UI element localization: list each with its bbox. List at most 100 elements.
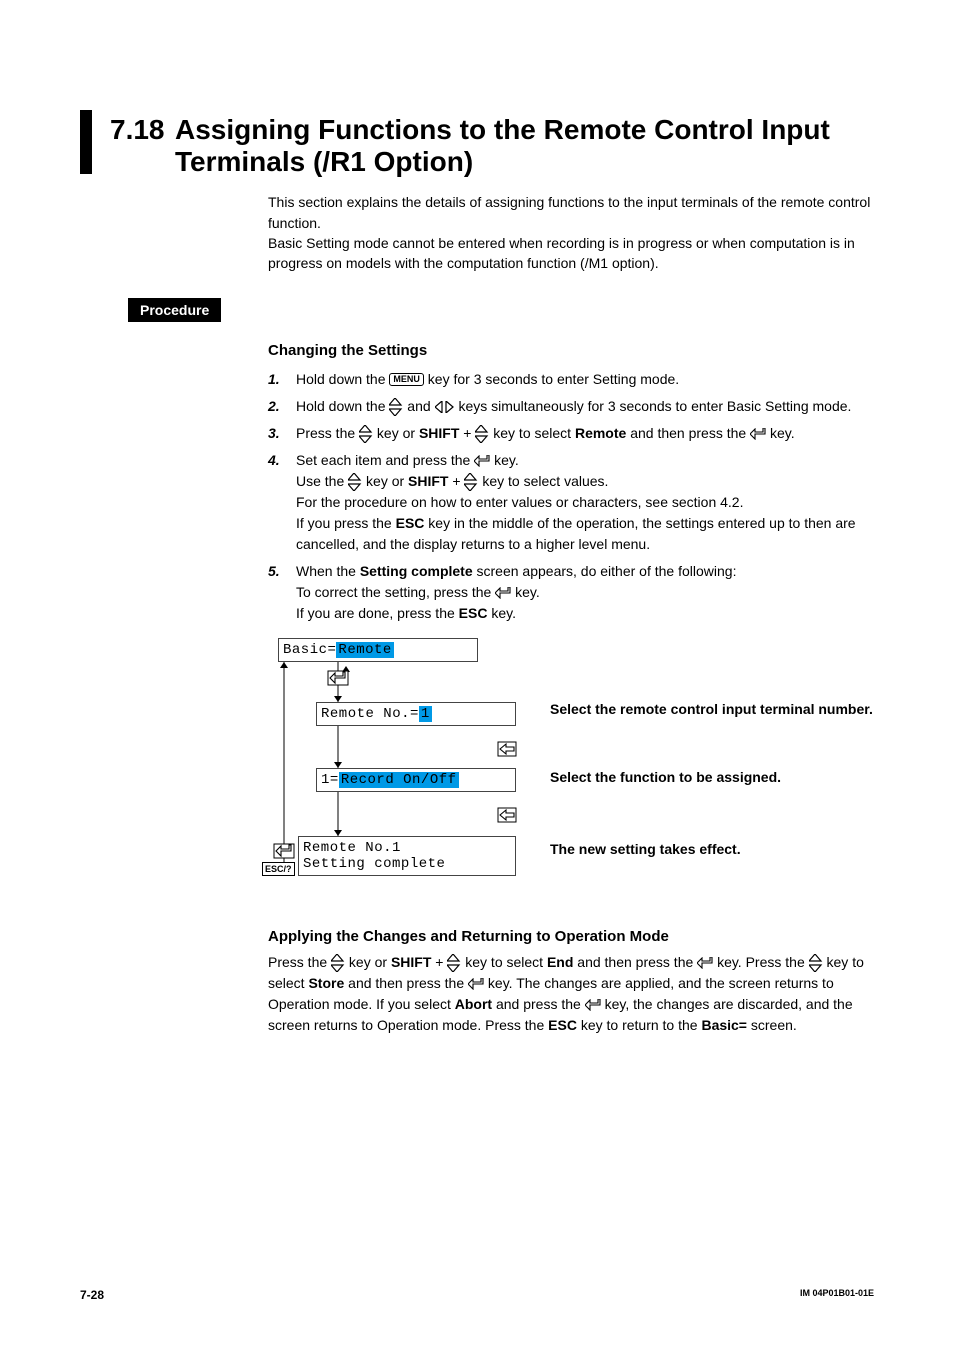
up-down-key-icon <box>447 954 461 972</box>
text: key. Press the <box>717 954 809 970</box>
step-text: and <box>407 398 434 414</box>
enter-key-icon <box>495 587 511 599</box>
step-number: 1. <box>268 369 296 390</box>
step-text: key. <box>494 452 519 468</box>
enter-key-icon <box>474 455 490 467</box>
step-number: 5. <box>268 561 296 624</box>
lcd-text: 1= <box>321 772 339 788</box>
section-accent-bar <box>80 110 92 174</box>
esc-key-label: ESC <box>396 515 425 531</box>
text: + <box>435 954 447 970</box>
up-down-key-icon <box>809 954 823 972</box>
step-1: 1. Hold down the MENU key for 3 seconds … <box>268 369 874 390</box>
lcd-highlight: Record On/Off <box>339 772 459 788</box>
diagram-label-function: Select the function to be assigned. <box>550 768 781 788</box>
intro-paragraph: This section explains the details of ass… <box>268 192 874 273</box>
esc-key-label: ESC <box>548 1017 577 1033</box>
changing-settings-heading: Changing the Settings <box>268 342 874 359</box>
remote-label: Remote <box>575 425 626 441</box>
setting-complete-label: Setting complete <box>360 563 473 579</box>
step-text: key for 3 seconds to enter Setting mode. <box>428 371 679 387</box>
step-text: + <box>463 425 475 441</box>
step-text: key. <box>770 425 795 441</box>
lcd-highlight: Remote <box>336 642 393 658</box>
diagram-label-effect: The new setting takes effect. <box>550 840 741 860</box>
step-text: keys simultaneously for 3 seconds to ent… <box>458 398 851 414</box>
section-title: Assigning Functions to the Remote Contro… <box>175 114 874 178</box>
step-text: When the <box>296 563 360 579</box>
step-text: screen appears, do either of the followi… <box>477 563 737 579</box>
step-4: 4. Set each item and press the key. Use … <box>268 450 874 555</box>
text: screen. <box>751 1017 797 1033</box>
store-label: Store <box>308 975 344 991</box>
shift-key-label: SHIFT <box>391 954 431 970</box>
lcd-text: Basic= <box>283 642 336 658</box>
page-number: 7-28 <box>80 1288 104 1302</box>
procedure-heading: Procedure <box>128 298 221 322</box>
enter-key-icon <box>697 957 713 969</box>
up-down-key-icon <box>389 398 403 416</box>
text: and then press the <box>348 975 468 991</box>
step-text: key. <box>491 605 516 621</box>
enter-key-icon <box>585 999 601 1011</box>
step-number: 3. <box>268 423 296 444</box>
step-text: If you are done, press the <box>296 605 459 621</box>
enter-key-icon <box>468 978 484 990</box>
esc-key-label: ESC <box>459 605 488 621</box>
text: and press the <box>496 996 585 1012</box>
step-text: key or <box>366 473 408 489</box>
shift-key-label: SHIFT <box>408 473 448 489</box>
lcd-text: Remote No.= <box>321 706 419 722</box>
up-down-key-icon <box>348 473 362 491</box>
step-text: and then press the <box>630 425 750 441</box>
applying-heading: Applying the Changes and Returning to Op… <box>268 926 874 949</box>
step-text: Set each item and press the <box>296 452 474 468</box>
section-number: 7.18 <box>110 114 175 146</box>
step-text: key or <box>377 425 419 441</box>
step-text: key to select <box>493 425 575 441</box>
lcd-text: Remote No.1 <box>303 840 401 856</box>
end-label: End <box>547 954 573 970</box>
menu-key-icon: MENU <box>389 373 424 386</box>
left-right-key-icon <box>435 401 455 413</box>
step-number: 2. <box>268 396 296 417</box>
applying-paragraph: Press the key or SHIFT + key to select E… <box>268 952 874 1036</box>
up-down-key-icon <box>331 954 345 972</box>
text: key or <box>349 954 391 970</box>
shift-key-label: SHIFT <box>419 425 459 441</box>
enter-key-icon <box>750 428 766 440</box>
up-down-key-icon <box>359 425 373 443</box>
text: and then press the <box>577 954 697 970</box>
esc-key-icon: ESC/? <box>262 862 295 876</box>
step-text: For the procedure on how to enter values… <box>296 494 743 510</box>
step-text: key to select values. <box>482 473 608 489</box>
up-down-key-icon <box>464 473 478 491</box>
text: key to return to the <box>581 1017 702 1033</box>
step-text: key. <box>515 584 540 600</box>
step-2: 2. Hold down the and keys simultaneously… <box>268 396 874 417</box>
step-number: 4. <box>268 450 296 555</box>
step-text: Hold down the <box>296 398 389 414</box>
step-5: 5. When the Setting complete screen appe… <box>268 561 874 624</box>
document-id: IM 04P01B01-01E <box>800 1288 874 1302</box>
text: Press the <box>268 954 331 970</box>
step-text: + <box>452 473 464 489</box>
step-text: If you press the <box>296 515 396 531</box>
menu-flow-diagram: Basic=Remote Remote No.=1 1=Record On/Of… <box>268 638 538 898</box>
step-3: 3. Press the key or SHIFT + key to selec… <box>268 423 874 444</box>
step-text: Press the <box>296 425 359 441</box>
text: key to select <box>465 954 547 970</box>
lcd-screen-function: 1=Record On/Off <box>316 768 516 792</box>
abort-label: Abort <box>455 996 492 1012</box>
lcd-screen-complete: Remote No.1 Setting complete <box>298 836 516 876</box>
lcd-highlight: 1 <box>419 706 432 722</box>
lcd-screen-basic: Basic=Remote <box>278 638 478 662</box>
diagram-label-terminal: Select the remote control input terminal… <box>550 700 873 720</box>
basic-label: Basic= <box>701 1017 747 1033</box>
step-text: Use the <box>296 473 348 489</box>
lcd-screen-remote-no: Remote No.=1 <box>316 702 516 726</box>
lcd-text: Setting complete <box>303 856 445 872</box>
up-down-key-icon <box>475 425 489 443</box>
step-text: Hold down the <box>296 371 389 387</box>
step-text: To correct the setting, press the <box>296 584 495 600</box>
